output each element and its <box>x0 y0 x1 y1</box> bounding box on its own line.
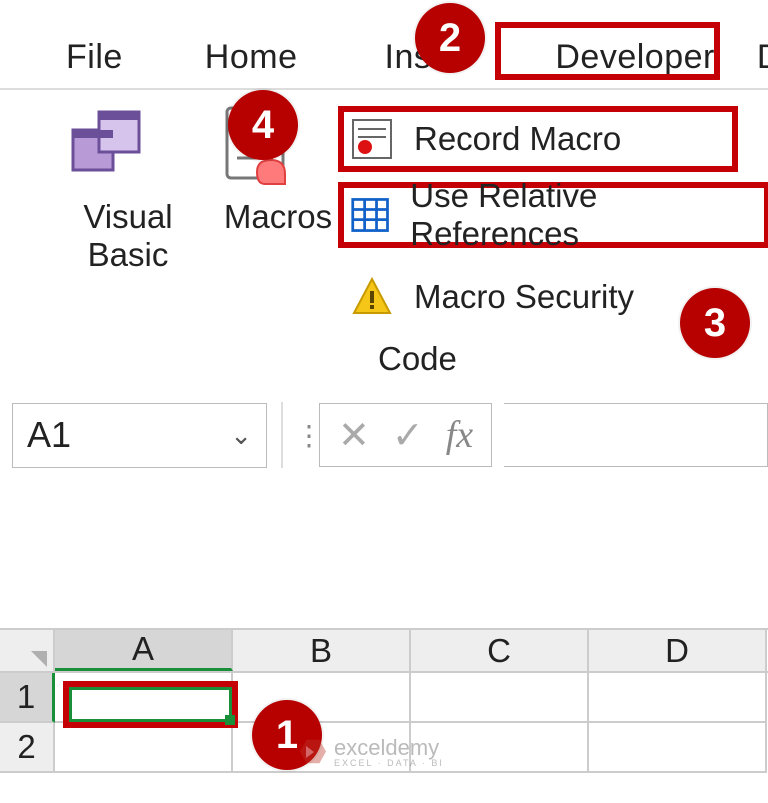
visual-basic-label: Visual Basic <box>63 198 193 274</box>
watermark-sub: EXCEL · DATA · BI <box>334 758 444 768</box>
column-header-b[interactable]: B <box>233 630 411 671</box>
name-box-value: A1 <box>27 414 71 456</box>
insert-function-button[interactable]: fx <box>446 413 473 457</box>
cell-a1[interactable] <box>55 673 233 723</box>
grid-icon <box>350 193 390 237</box>
use-relative-references-button[interactable]: Use Relative References <box>338 182 768 248</box>
annotation-badge-3: 3 <box>680 288 750 358</box>
separator <box>281 402 283 468</box>
watermark-logo-icon <box>300 739 326 765</box>
tab-file[interactable]: File <box>50 34 139 81</box>
row-header-1[interactable]: 1 <box>0 673 55 723</box>
cell-d2[interactable] <box>589 723 767 773</box>
more-icon[interactable]: ⋮ <box>295 419 309 452</box>
tab-home[interactable]: Home <box>189 34 314 81</box>
macros-label: Macros <box>213 198 343 236</box>
select-all-button[interactable] <box>0 630 55 671</box>
formula-bar-row: A1 ⌄ ⋮ ✕ ✓ fx <box>12 400 768 470</box>
name-box[interactable]: A1 ⌄ <box>12 403 267 468</box>
annotation-badge-2: 2 <box>415 3 485 73</box>
visual-basic-button[interactable]: Visual Basic <box>63 100 193 274</box>
ribbon-tabs: File Home Ins Developer D <box>0 30 768 85</box>
record-macro-button[interactable]: Record Macro <box>338 106 738 172</box>
use-relative-references-label: Use Relative References <box>410 177 744 253</box>
column-header-d[interactable]: D <box>589 630 767 671</box>
cell-c1[interactable] <box>411 673 589 723</box>
chevron-down-icon[interactable]: ⌄ <box>230 420 252 451</box>
macro-security-label: Macro Security <box>414 278 634 316</box>
formula-controls: ✕ ✓ fx <box>319 403 492 467</box>
visual-basic-icon <box>63 100 153 190</box>
record-macro-label: Record Macro <box>414 120 621 158</box>
ribbon-developer: Visual Basic Macros Record <box>0 88 768 373</box>
column-headers: A B C D <box>0 628 768 673</box>
watermark: exceldemy EXCEL · DATA · BI <box>300 735 444 768</box>
cancel-formula-button[interactable]: ✕ <box>338 413 370 458</box>
column-header-a[interactable]: A <box>55 630 233 671</box>
row-header-2[interactable]: 2 <box>0 723 55 773</box>
column-header-c[interactable]: C <box>411 630 589 671</box>
ribbon-group-label: Code <box>378 340 457 378</box>
table-row: 1 <box>0 673 768 723</box>
annotation-badge-4: 4 <box>228 90 298 160</box>
formula-bar[interactable] <box>504 403 768 467</box>
watermark-brand: exceldemy <box>334 735 439 760</box>
tab-developer[interactable]: Developer <box>539 34 730 81</box>
enter-formula-button[interactable]: ✓ <box>392 413 424 458</box>
tab-truncated[interactable]: D <box>741 34 768 81</box>
record-macro-icon <box>350 117 394 161</box>
cell-d1[interactable] <box>589 673 767 723</box>
warning-icon <box>350 275 394 319</box>
cell-a2[interactable] <box>55 723 233 773</box>
